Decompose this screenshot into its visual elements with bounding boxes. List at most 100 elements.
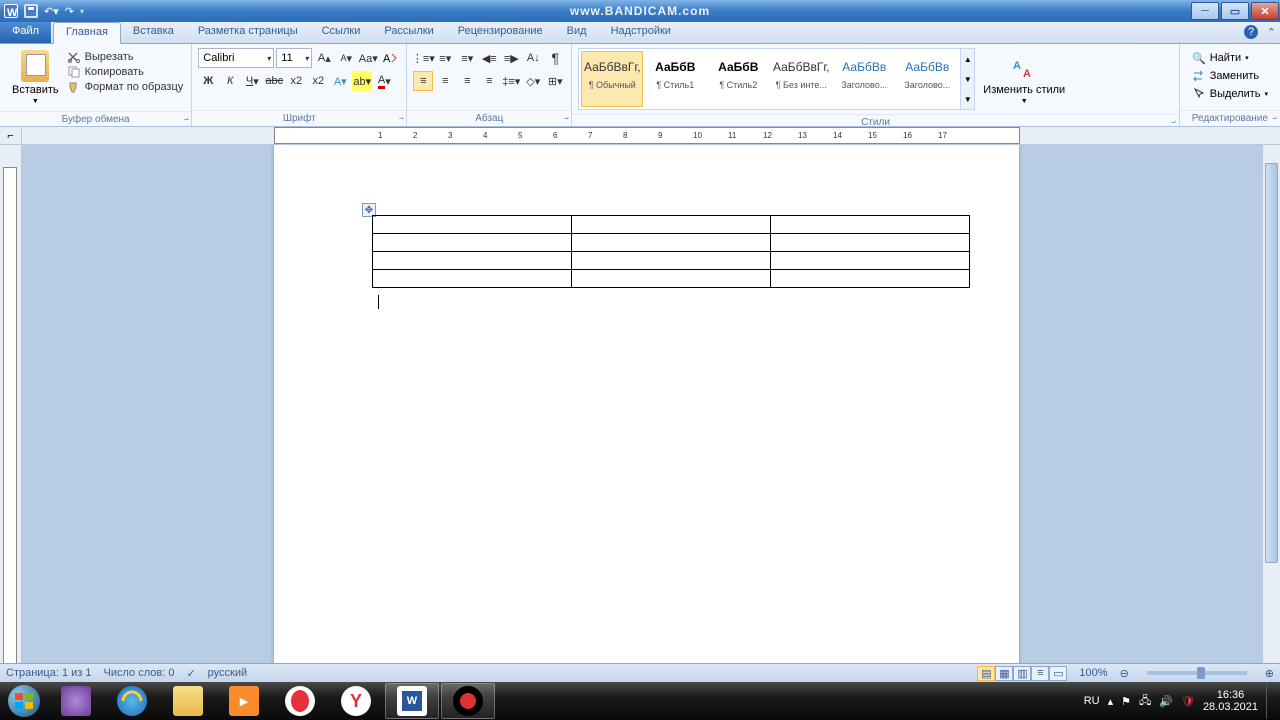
font-size-combo[interactable]: 11 xyxy=(276,48,312,68)
line-spacing-button[interactable]: ‡≡▾ xyxy=(501,71,521,91)
text-effects-button[interactable]: A▾ xyxy=(330,71,350,91)
tray-shield-icon[interactable]: 🛡 xyxy=(1181,695,1195,708)
view-draft[interactable]: ▭ xyxy=(1049,666,1067,681)
maximize-button[interactable]: ▭ xyxy=(1221,2,1249,20)
status-page[interactable]: Страница: 1 из 1 xyxy=(6,667,92,679)
paste-button[interactable]: Вставить ▼ xyxy=(6,48,65,107)
table-cell[interactable] xyxy=(373,270,572,288)
taskbar-media[interactable]: ▶ xyxy=(217,683,271,719)
highlight-button[interactable]: ab▾ xyxy=(352,71,372,91)
taskbar-bandicam[interactable] xyxy=(441,683,495,719)
vertical-scrollbar[interactable] xyxy=(1262,145,1280,682)
status-language[interactable]: русский xyxy=(208,667,247,679)
gallery-more-icon[interactable]: ▼ xyxy=(964,95,972,104)
start-button[interactable] xyxy=(0,682,48,720)
style-item[interactable]: АаБбВвЗаголово... xyxy=(833,51,895,107)
borders-button[interactable]: ⊞▾ xyxy=(545,71,565,91)
taskbar-explorer[interactable] xyxy=(161,683,215,719)
cut-button[interactable]: Вырезать xyxy=(65,50,186,64)
tray-lang[interactable]: RU xyxy=(1084,695,1100,707)
change-styles-button[interactable]: AA Изменить стили ▼ xyxy=(975,49,1073,109)
show-marks-button[interactable]: ¶ xyxy=(545,48,565,68)
gallery-up-icon[interactable]: ▲ xyxy=(964,55,972,64)
find-button[interactable]: 🔍Найти▾ xyxy=(1190,50,1270,66)
strikethrough-button[interactable]: abc xyxy=(264,71,284,91)
table-cell[interactable] xyxy=(373,216,572,234)
qat-dropdown-icon[interactable]: ▾ xyxy=(80,7,84,16)
document-table[interactable] xyxy=(372,215,970,288)
numbering-button[interactable]: ≡▾ xyxy=(435,48,455,68)
save-icon[interactable] xyxy=(24,4,38,18)
tab-mailings[interactable]: Рассылки xyxy=(372,22,445,43)
tab-file[interactable]: Файл xyxy=(0,22,51,43)
style-item[interactable]: АаБбВвГг,¶ Без инте... xyxy=(770,51,832,107)
style-item[interactable]: АаБбВ¶ Стиль1 xyxy=(644,51,706,107)
shading-button[interactable]: ◇▾ xyxy=(523,71,543,91)
document-scroll[interactable]: ✥ xyxy=(22,145,1280,682)
tray-up-icon[interactable]: ▴ xyxy=(1108,695,1114,708)
justify-button[interactable]: ≡ xyxy=(479,71,499,91)
replace-button[interactable]: Заменить xyxy=(1190,68,1270,84)
close-button[interactable]: ✕ xyxy=(1251,2,1279,20)
table-cell[interactable] xyxy=(572,270,771,288)
subscript-button[interactable]: x2 xyxy=(286,71,306,91)
font-name-combo[interactable]: Calibri xyxy=(198,48,274,68)
table-cell[interactable] xyxy=(572,216,771,234)
minimize-button[interactable]: ─ xyxy=(1191,2,1219,20)
format-painter-button[interactable]: Формат по образцу xyxy=(65,80,186,94)
zoom-level[interactable]: 100% xyxy=(1079,667,1107,679)
align-right-button[interactable]: ≡ xyxy=(457,71,477,91)
styles-gallery[interactable]: АаБбВвГг,¶ ОбычныйАаБбВ¶ Стиль1АаБбВ¶ Ст… xyxy=(578,48,961,110)
tab-home[interactable]: Главная xyxy=(53,22,121,44)
table-cell[interactable] xyxy=(373,252,572,270)
show-desktop-button[interactable] xyxy=(1266,683,1274,719)
zoom-in-button[interactable]: ⊕ xyxy=(1265,667,1274,680)
view-print-layout[interactable]: ▤ xyxy=(977,666,995,681)
tab-review[interactable]: Рецензирование xyxy=(446,22,555,43)
zoom-out-button[interactable]: ⊖ xyxy=(1120,667,1129,680)
tray-network-icon[interactable]: 🖧 xyxy=(1139,692,1151,711)
select-button[interactable]: Выделить▾ xyxy=(1190,86,1270,102)
decrease-indent-button[interactable]: ◀≡ xyxy=(479,48,499,68)
tab-layout[interactable]: Разметка страницы xyxy=(186,22,310,43)
table-cell[interactable] xyxy=(771,252,970,270)
table-cell[interactable] xyxy=(771,216,970,234)
tray-flag-icon[interactable]: ⚑ xyxy=(1121,695,1131,708)
table-cell[interactable] xyxy=(771,270,970,288)
word-app-icon[interactable]: W xyxy=(4,4,18,18)
font-color-button[interactable]: A▾ xyxy=(374,71,394,91)
copy-button[interactable]: Копировать xyxy=(65,65,186,79)
bullets-button[interactable]: ⋮≡▾ xyxy=(413,48,433,68)
taskbar-word[interactable]: W xyxy=(385,683,439,719)
status-spellcheck-icon[interactable]: ✓ xyxy=(186,667,195,680)
style-item[interactable]: АаБбВвЗаголово... xyxy=(896,51,958,107)
sort-button[interactable]: A↓ xyxy=(523,48,543,68)
shrink-font-button[interactable]: A▾ xyxy=(336,48,356,68)
zoom-slider[interactable] xyxy=(1147,671,1247,675)
table-cell[interactable] xyxy=(572,234,771,252)
change-case-button[interactable]: Aa▾ xyxy=(358,48,378,68)
align-center-button[interactable]: ≡ xyxy=(435,71,455,91)
view-fullscreen[interactable]: ▦ xyxy=(995,666,1013,681)
taskbar-yandex[interactable]: Y xyxy=(329,683,383,719)
clear-format-button[interactable]: A xyxy=(380,48,400,68)
tab-references[interactable]: Ссылки xyxy=(310,22,373,43)
align-left-button[interactable]: ≡ xyxy=(413,71,433,91)
italic-button[interactable]: К xyxy=(220,71,240,91)
table-cell[interactable] xyxy=(771,234,970,252)
taskbar-app-1[interactable] xyxy=(49,683,103,719)
redo-icon[interactable]: ↷ xyxy=(65,5,74,18)
underline-button[interactable]: Ч▾ xyxy=(242,71,262,91)
scrollbar-thumb[interactable] xyxy=(1265,163,1278,563)
multilevel-button[interactable]: ≡▾ xyxy=(457,48,477,68)
tab-view[interactable]: Вид xyxy=(555,22,599,43)
style-item[interactable]: АаБбВ¶ Стиль2 xyxy=(707,51,769,107)
page[interactable]: ✥ xyxy=(274,145,1019,682)
table-cell[interactable] xyxy=(572,252,771,270)
undo-icon[interactable]: ↶▾ xyxy=(44,5,59,18)
style-item[interactable]: АаБбВвГг,¶ Обычный xyxy=(581,51,643,107)
tray-clock[interactable]: 16:36 28.03.2021 xyxy=(1203,689,1258,713)
bold-button[interactable]: Ж xyxy=(198,71,218,91)
table-cell[interactable] xyxy=(373,234,572,252)
vertical-ruler[interactable] xyxy=(0,145,22,682)
